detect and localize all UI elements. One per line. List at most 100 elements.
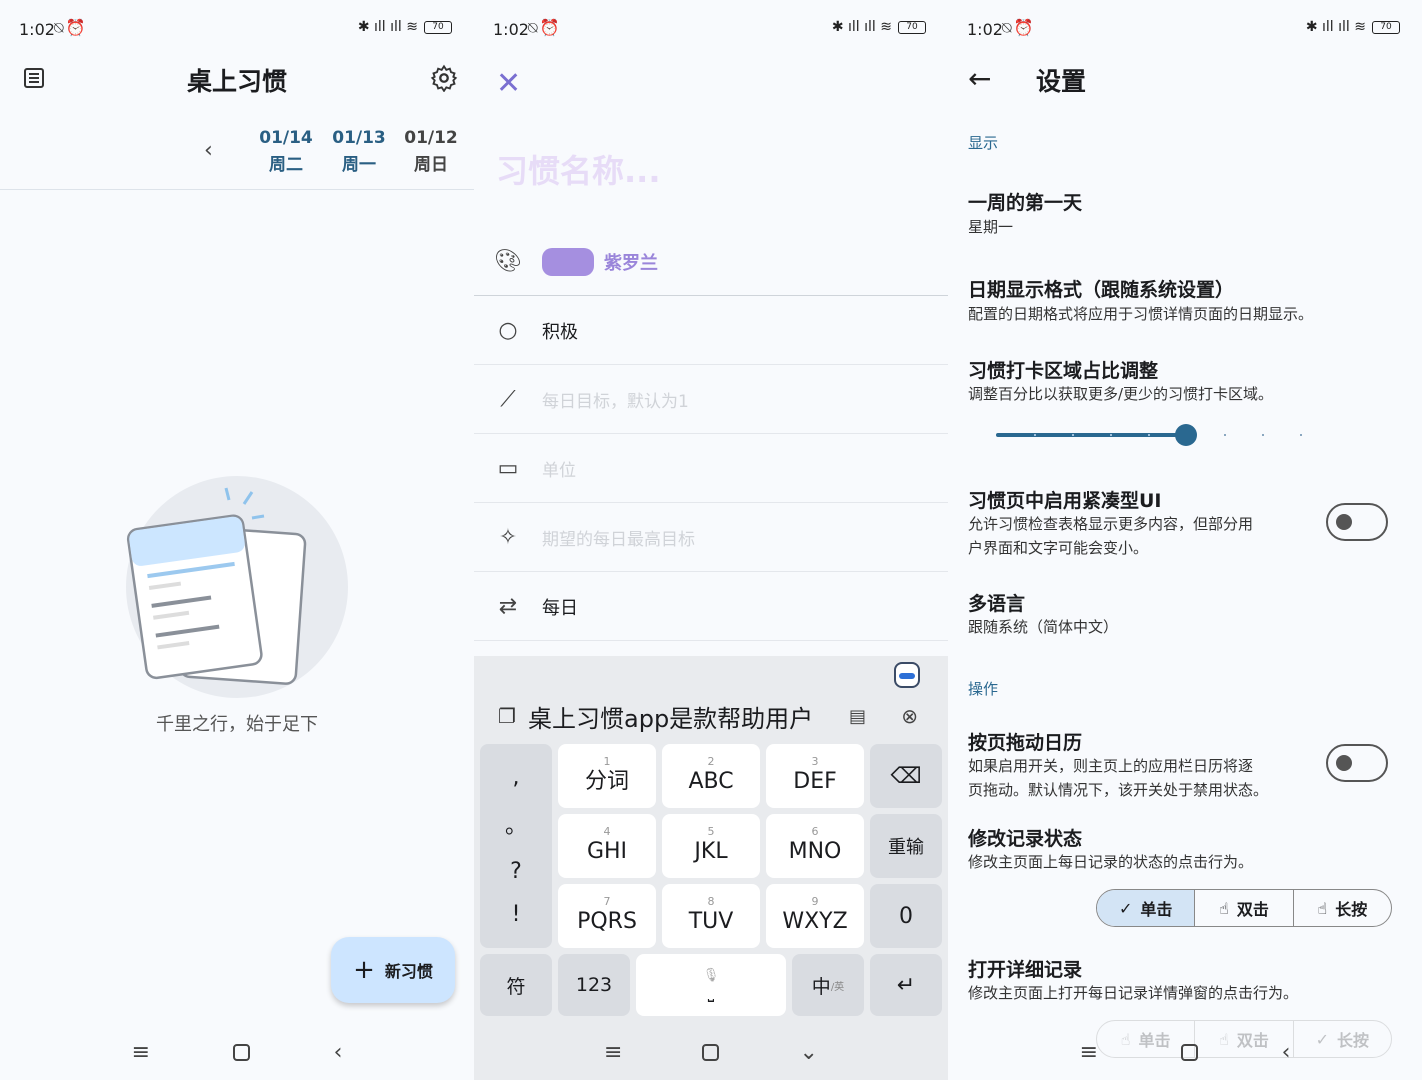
key-1[interactable]: 1 分词 xyxy=(558,744,656,808)
settings-screen: 1:02 ⍉⏰ ✱ ıll ıll ≋ 70 ← 设置 显示 一周的第一天 星期… xyxy=(948,0,1422,1080)
candidate-bar: ❐ 桌上习惯app是款帮助用户 ▤ ⊗ xyxy=(474,696,948,736)
backspace-key[interactable]: ⌫ xyxy=(870,744,942,808)
color-row[interactable]: 🎨︎ 紫罗兰 xyxy=(474,228,948,296)
max-target-row[interactable]: ✧ 期望的每日最高目标 xyxy=(474,504,948,572)
hide-keyboard-icon[interactable]: ⌄ xyxy=(800,1040,818,1065)
system-icons: ✱ ıll ıll ≋ 70 xyxy=(832,19,926,35)
assistant-bot-icon[interactable] xyxy=(894,662,920,688)
date-col-0112[interactable]: 01/12 周日 xyxy=(401,128,461,175)
microphone-icon: 🎙︎ xyxy=(702,967,720,983)
key-3[interactable]: 3 DEF xyxy=(766,744,864,808)
space-key[interactable]: 🎙︎ ⎵ xyxy=(636,954,786,1016)
home-icon[interactable] xyxy=(1181,1043,1199,1061)
chevron-left-icon[interactable]: ‹ xyxy=(204,138,213,163)
symbol-key[interactable]: 符 xyxy=(480,954,552,1016)
slider-track xyxy=(996,433,1186,437)
section-display: 显示 xyxy=(968,134,999,152)
split-icon[interactable]: ▤ xyxy=(849,706,866,727)
new-habit-button[interactable]: + 新习惯 xyxy=(331,937,455,1003)
plus-icon: + xyxy=(353,955,375,985)
drag-calendar-desc-1: 如果启用开关，则主页上的应用栏日历将逐 xyxy=(968,757,1254,775)
retype-key[interactable]: 重输 xyxy=(870,814,942,878)
daily-target-input[interactable]: 每日目标，默认为1 xyxy=(542,387,689,412)
language-title[interactable]: 多语言 xyxy=(968,589,1025,616)
numeric-key[interactable]: 123 xyxy=(558,954,630,1016)
settings-gear-icon[interactable] xyxy=(430,64,458,92)
section-operations: 操作 xyxy=(968,680,999,698)
status-bar: 1:02 ⍉⏰ ✱ ıll ıll ≋ 70 xyxy=(474,0,948,60)
label-tag-icon: ▭ xyxy=(497,456,519,481)
open-detail-desc: 修改主页面上打开每日记录详情弹窗的点击行为。 xyxy=(968,984,1299,1002)
punct-question[interactable]: ? xyxy=(510,859,522,884)
unit-row[interactable]: ▭ 单位 xyxy=(474,435,948,503)
system-nav-bar: ≡ ‹ xyxy=(948,1024,1422,1080)
daily-target-row[interactable]: ⟋ 每日目标，默认为1 xyxy=(474,366,948,434)
max-target-input[interactable]: 期望的每日最高目标 xyxy=(542,525,695,550)
ime-keyboard: ❐ 桌上习惯app是款帮助用户 ▤ ⊗ , 。 ? ! 1 分词 2 ABC 3 DE… xyxy=(474,656,948,1024)
unit-input[interactable]: 单位 xyxy=(542,456,576,481)
status-bar: 1:02 ⍉⏰ ✱ ıll ıll ≋ 70 xyxy=(948,0,1422,60)
back-icon[interactable]: ‹ xyxy=(334,1040,343,1065)
seg-single-tap[interactable]: ✓ 单击 xyxy=(1097,890,1195,926)
key-9[interactable]: 9 WXYZ xyxy=(766,884,864,948)
page-title: 桌上习惯 xyxy=(186,67,287,96)
area-slider[interactable] xyxy=(996,424,1376,446)
lang-switch-key[interactable]: 中/英 xyxy=(792,954,864,1016)
key-4[interactable]: 4 GHI xyxy=(558,814,656,878)
recents-icon[interactable]: ≡ xyxy=(1080,1040,1098,1065)
back-icon[interactable]: ‹ xyxy=(1282,1040,1291,1065)
date-format-title[interactable]: 日期显示格式（跟随系统设置） xyxy=(968,275,1234,302)
key-6[interactable]: 6 MNO xyxy=(766,814,864,878)
clipboard-icon[interactable]: ❐ xyxy=(498,704,516,728)
punct-exclaim[interactable]: ! xyxy=(512,902,521,927)
compact-ui-toggle[interactable] xyxy=(1326,503,1388,541)
long-press-icon: ☝︎ xyxy=(1317,898,1328,918)
close-circle-icon[interactable]: ⊗ xyxy=(901,704,918,728)
key-5[interactable]: 5 JKL xyxy=(662,814,760,878)
page-title: 设置 xyxy=(1036,67,1087,96)
frequency-row[interactable]: ⇄ 每日 xyxy=(474,573,948,641)
compact-ui-desc-1: 允许习惯检查表格显示更多内容，但部分用 xyxy=(968,515,1254,533)
close-icon[interactable]: ✕ xyxy=(496,66,521,101)
color-swatch xyxy=(542,247,594,276)
drag-calendar-title: 按页拖动日历 xyxy=(968,732,1083,754)
punctuation-column[interactable]: , 。 ? ! xyxy=(480,744,552,948)
record-status-desc: 修改主页面上每日记录的状态的点击行为。 xyxy=(968,853,1254,871)
color-label: 紫罗兰 xyxy=(604,252,658,274)
slider-tick xyxy=(1300,434,1302,436)
check-icon: ✓ xyxy=(1118,898,1133,918)
first-day-title[interactable]: 一周的第一天 xyxy=(968,188,1082,215)
system-icons: ✱ ıll ıll ≋ 70 xyxy=(358,19,452,35)
key-2[interactable]: 2 ABC xyxy=(662,744,760,808)
recents-icon[interactable]: ≡ xyxy=(604,1040,622,1065)
key-0[interactable]: 0 xyxy=(870,884,942,948)
candidate-text[interactable]: 桌上习惯app是款帮助用户 xyxy=(528,699,828,734)
home-icon[interactable] xyxy=(233,1043,251,1061)
punct-period[interactable]: 。 xyxy=(505,808,527,840)
home-icon[interactable] xyxy=(702,1043,720,1061)
recents-icon[interactable]: ≡ xyxy=(132,1040,150,1065)
habit-name-input[interactable]: 习惯名称... xyxy=(496,146,660,192)
date-col-0114[interactable]: 01/14 周二 xyxy=(256,128,316,175)
enter-icon: ↵ xyxy=(896,972,916,998)
home-screen: 1:02 ⍉⏰ ✱ ıll ıll ≋ 70 桌上习惯 ‹ 01/14 周二 01… xyxy=(0,0,474,1080)
slider-thumb[interactable] xyxy=(1175,424,1197,446)
slider-tick xyxy=(1034,434,1036,436)
date-col-0113[interactable]: 01/13 周一 xyxy=(329,128,389,175)
seg-long-press[interactable]: ☝︎ 长按 xyxy=(1292,890,1391,926)
record-status-title: 修改记录状态 xyxy=(968,828,1083,850)
notification-icons: ⍉⏰ xyxy=(54,18,88,37)
area-desc: 调整百分比以获取更多/更少的习惯打卡区域。 xyxy=(968,385,1274,403)
drag-calendar-toggle[interactable] xyxy=(1326,744,1388,782)
back-arrow-icon[interactable]: ← xyxy=(968,62,991,95)
seg-double-tap[interactable]: ☝︎ 双击 xyxy=(1194,890,1292,926)
habit-type-row[interactable]: ○ 积极 xyxy=(474,297,948,365)
key-8[interactable]: 8 TUV xyxy=(662,884,760,948)
punct-comma[interactable]: , xyxy=(513,765,520,790)
status-time: 1:02 xyxy=(493,20,529,39)
empty-state-illustration xyxy=(126,476,348,698)
key-7[interactable]: 7 PQRS xyxy=(558,884,656,948)
enter-key[interactable]: ↵ xyxy=(870,954,942,1016)
new-habit-screen: 1:02 ⍉⏰ ✱ ıll ıll ≋ 70 ✕ 习惯名称... 🎨︎ 紫罗兰 … xyxy=(474,0,948,1080)
open-detail-title: 打开详细记录 xyxy=(968,959,1083,981)
